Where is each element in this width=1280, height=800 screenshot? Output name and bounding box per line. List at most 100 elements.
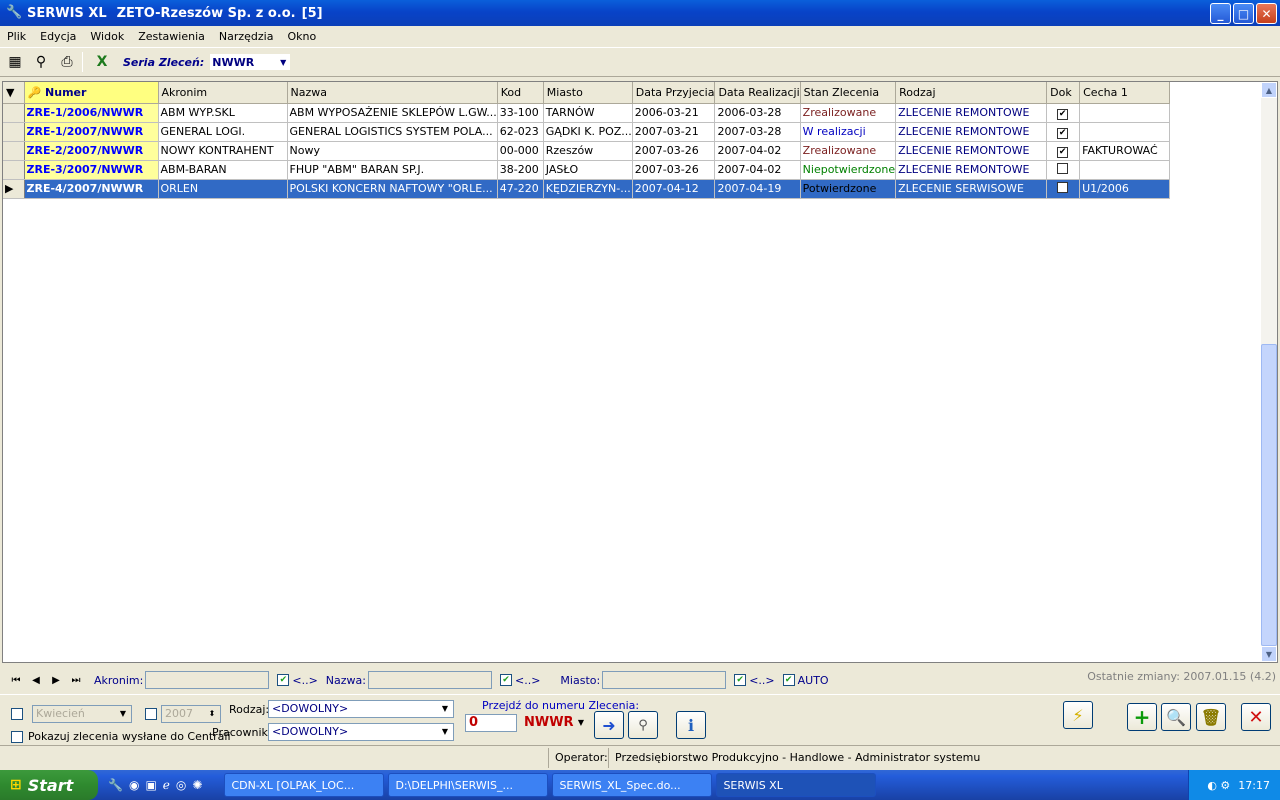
scroll-up-icon[interactable]: ▲ xyxy=(1261,82,1277,98)
spin-icon[interactable]: ⬍ xyxy=(205,707,219,721)
year-checkbox[interactable] xyxy=(145,708,157,720)
cell-miasto[interactable]: Rzeszów xyxy=(543,141,633,161)
cell-akronim[interactable]: ABM-BARAN xyxy=(158,160,288,180)
column-header-cecha[interactable]: Cecha 1 xyxy=(1079,82,1171,104)
add-button[interactable]: + xyxy=(1127,703,1157,731)
table-row[interactable]: ZRE-2/2007/NWWR NOWY KONTRAHENT Nowy 00-… xyxy=(3,141,1171,161)
cell-stan[interactable]: W realizacji xyxy=(800,122,897,142)
goto-series-combo[interactable]: NWWR ▼ xyxy=(520,714,590,732)
month-checkbox[interactable] xyxy=(11,708,23,720)
row-indicator[interactable] xyxy=(3,160,25,180)
cell-cecha[interactable] xyxy=(1079,160,1171,180)
cell-akronim[interactable]: NOWY KONTRAHENT xyxy=(158,141,288,161)
cell-stan[interactable]: Zrealizowane xyxy=(800,103,897,123)
table-row[interactable]: ZRE-3/2007/NWWR ABM-BARAN FHUP "ABM" BAR… xyxy=(3,160,1171,180)
vertical-scrollbar[interactable]: ▲ ▼ xyxy=(1261,82,1277,662)
network-icon[interactable]: ✺ xyxy=(192,778,202,792)
pracownik-combo[interactable]: <DOWOLNY> ▼ xyxy=(268,723,454,741)
menu-zestawienia[interactable]: Zestawienia xyxy=(131,30,212,43)
dok-checkbox[interactable] xyxy=(1057,162,1069,174)
dok-checkbox[interactable]: ✔ xyxy=(1057,146,1069,158)
filter-icon[interactable]: ⚲ xyxy=(30,51,52,73)
chevron-down-icon[interactable]: ▼ xyxy=(276,54,290,70)
cell-miasto[interactable]: GĄDKI K. POZ... xyxy=(543,122,633,142)
dok-checkbox[interactable] xyxy=(1057,181,1069,193)
ie-icon[interactable]: ℯ xyxy=(163,778,170,792)
cell-data-realizacji[interactable]: 2007-04-02 xyxy=(714,141,801,161)
cell-kod[interactable]: 00-000 xyxy=(497,141,544,161)
cell-cecha[interactable]: U1/2006 xyxy=(1079,179,1171,199)
cell-rodzaj[interactable]: ZLECENIE REMONTOWE xyxy=(895,122,1048,142)
cell-dok[interactable]: ✔ xyxy=(1046,141,1081,161)
cell-kod[interactable]: 33-100 xyxy=(497,103,544,123)
cell-miasto[interactable]: KĘDZIERZYN-... xyxy=(543,179,633,199)
cell-rodzaj[interactable]: ZLECENIE REMONTOWE xyxy=(895,141,1048,161)
columns-icon[interactable]: ▦ xyxy=(4,51,26,73)
column-header-kod[interactable]: Kod xyxy=(497,82,544,104)
dok-checkbox[interactable]: ✔ xyxy=(1057,127,1069,139)
cell-akronim[interactable]: ABM WYP.SKL xyxy=(158,103,288,123)
cell-dok[interactable]: ✔ xyxy=(1046,122,1081,142)
cell-stan[interactable]: Zrealizowane xyxy=(800,141,897,161)
first-record-icon[interactable]: ⏮ xyxy=(6,675,26,686)
cell-stan[interactable]: Potwierdzone xyxy=(800,179,897,199)
close-window-button[interactable]: ✕ xyxy=(1256,3,1277,24)
column-header-miasto[interactable]: Miasto xyxy=(543,82,633,104)
goto-filter-button[interactable]: ⚲ xyxy=(628,711,658,739)
column-header-stan[interactable]: Stan Zlecenia xyxy=(800,82,897,104)
menu-okno[interactable]: Okno xyxy=(280,30,323,43)
minimize-button[interactable]: _ xyxy=(1210,3,1231,24)
cell-numer[interactable]: ZRE-4/2007/NWWR xyxy=(24,179,159,199)
cell-cecha[interactable] xyxy=(1079,103,1171,123)
column-header-akronim[interactable]: Akronim xyxy=(158,82,288,104)
column-header-dok[interactable]: Dok xyxy=(1046,82,1081,104)
chevron-down-icon[interactable]: ▼ xyxy=(438,702,452,716)
prev-record-icon[interactable]: ◀ xyxy=(26,675,46,686)
scroll-thumb[interactable] xyxy=(1261,344,1277,646)
media-icon[interactable]: ◎ xyxy=(176,778,186,792)
cell-nazwa[interactable]: POLSKI KONCERN NAFTOWY "ORLE... xyxy=(287,179,498,199)
lightning-button[interactable]: ⚡ xyxy=(1063,701,1093,729)
task-cdn-xl[interactable]: CDN-XL [OLPAK_LOC... xyxy=(224,773,385,797)
menu-widok[interactable]: Widok xyxy=(83,30,131,43)
cell-numer[interactable]: ZRE-1/2006/NWWR xyxy=(24,103,159,123)
cell-kod[interactable]: 62-023 xyxy=(497,122,544,142)
cell-rodzaj[interactable]: ZLECENIE SERWISOWE xyxy=(895,179,1048,199)
row-indicator[interactable] xyxy=(3,141,25,161)
excel-icon[interactable]: X xyxy=(91,51,113,73)
cell-data-przyjecia[interactable]: 2007-03-26 xyxy=(632,160,716,180)
scroll-down-icon[interactable]: ▼ xyxy=(1261,646,1277,662)
cell-data-realizacji[interactable]: 2006-03-28 xyxy=(714,103,801,123)
series-combo[interactable]: NWWR ▼ xyxy=(209,53,292,71)
miasto-any-checkbox[interactable]: ✔ xyxy=(734,674,747,686)
cell-rodzaj[interactable]: ZLECENIE REMONTOWE xyxy=(895,160,1048,180)
menu-narzedzia[interactable]: Narzędzia xyxy=(212,30,281,43)
cell-miasto[interactable]: TARNÓW xyxy=(543,103,633,123)
row-indicator[interactable] xyxy=(3,103,25,123)
cell-data-realizacji[interactable]: 2007-04-19 xyxy=(714,179,801,199)
column-header-numer[interactable]: 🔑 Numer xyxy=(24,82,159,104)
cell-data-przyjecia[interactable]: 2007-04-12 xyxy=(632,179,716,199)
month-combo[interactable]: Kwiecień ▼ xyxy=(32,705,132,723)
row-indicator[interactable] xyxy=(3,122,25,142)
cell-akronim[interactable]: ORLEN xyxy=(158,179,288,199)
column-header-data-realizacji[interactable]: Data Realizacji xyxy=(714,82,801,104)
start-button[interactable]: ⊞ Start xyxy=(0,770,98,800)
row-indicator-current[interactable]: ▶ xyxy=(3,179,25,199)
row-indicator-header[interactable]: ▼ xyxy=(3,82,25,104)
cell-rodzaj[interactable]: ZLECENIE REMONTOWE xyxy=(895,103,1048,123)
cell-nazwa[interactable]: GENERAL LOGISTICS SYSTEM POLA... xyxy=(287,122,498,142)
nazwa-filter-input[interactable] xyxy=(367,671,492,689)
tool-icon[interactable]: ▣ xyxy=(145,778,156,792)
cell-data-realizacji[interactable]: 2007-04-02 xyxy=(714,160,801,180)
akronim-filter-input[interactable] xyxy=(145,671,270,689)
chevron-down-icon[interactable]: ▼ xyxy=(438,725,452,739)
search-button[interactable]: 🔍 xyxy=(1161,703,1191,731)
table-row[interactable]: ZRE-1/2006/NWWR ABM WYP.SKL ABM WYPOSAŻE… xyxy=(3,103,1171,123)
goto-arrow-button[interactable]: ➜ xyxy=(594,711,624,739)
cell-nazwa[interactable]: ABM WYPOSAŻENIE SKLEPÓW L.GW... xyxy=(287,103,498,123)
miasto-filter-input[interactable] xyxy=(602,671,727,689)
chevron-down-icon[interactable]: ▼ xyxy=(116,707,130,721)
close-button[interactable]: ✕ xyxy=(1241,703,1271,731)
chevron-down-icon[interactable]: ▼ xyxy=(574,716,588,730)
